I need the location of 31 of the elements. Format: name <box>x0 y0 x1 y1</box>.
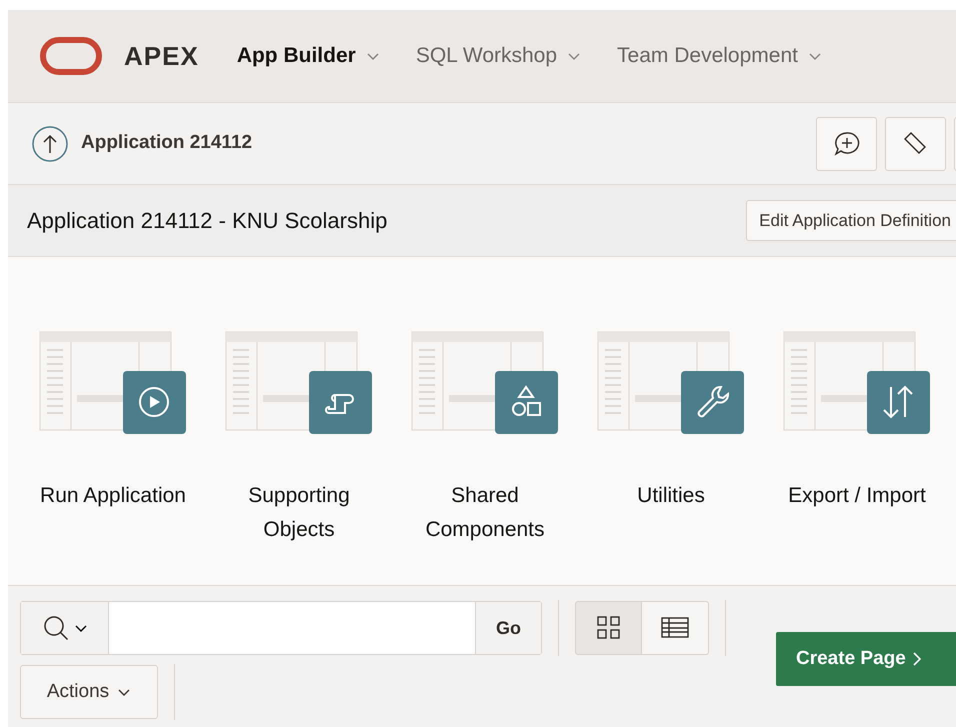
nav-tab[interactable]: SQL Workshop <box>416 40 582 72</box>
view-toggle-button[interactable] <box>575 601 642 655</box>
brand-name: APEX <box>124 40 199 72</box>
actions-button[interactable]: Actions <box>20 665 158 719</box>
view-toggle-button[interactable] <box>642 601 709 655</box>
search-field[interactable]: Go <box>20 601 542 655</box>
page-title: Application 214112 - KNU Scolarship <box>27 207 388 235</box>
tile-button[interactable]: Run Application <box>20 331 206 585</box>
chevron-right-icon <box>911 650 924 667</box>
create-page-button[interactable]: Create Page <box>776 632 956 686</box>
edit-definition-button[interactable]: Edit Application Definition <box>746 200 956 242</box>
tile-button[interactable]: Supporting Objects <box>206 331 392 585</box>
caret-icon <box>74 623 88 633</box>
caret-icon <box>117 687 132 697</box>
nav-tab[interactable]: Team Development <box>617 40 822 72</box>
up-button[interactable] <box>31 124 69 162</box>
breadcrumb-title: Application 214112 <box>81 131 252 156</box>
caret-icon <box>366 51 380 61</box>
search-options-button[interactable] <box>21 602 109 654</box>
nav-tab[interactable]: App Builder <box>236 40 380 72</box>
comment-add-icon <box>832 130 862 158</box>
add-comment-button[interactable] <box>816 116 877 170</box>
tile-button[interactable]: Utilities <box>578 331 764 585</box>
search-icon <box>42 614 70 642</box>
caret-icon <box>567 51 582 61</box>
go-button[interactable]: Go <box>475 602 541 654</box>
flashlight-button[interactable] <box>885 116 946 170</box>
tile-button[interactable]: Shared Components <box>392 331 578 585</box>
tile-button[interactable]: Export / Import <box>764 331 950 585</box>
logo-icon <box>40 37 102 75</box>
caret-icon <box>808 51 822 61</box>
